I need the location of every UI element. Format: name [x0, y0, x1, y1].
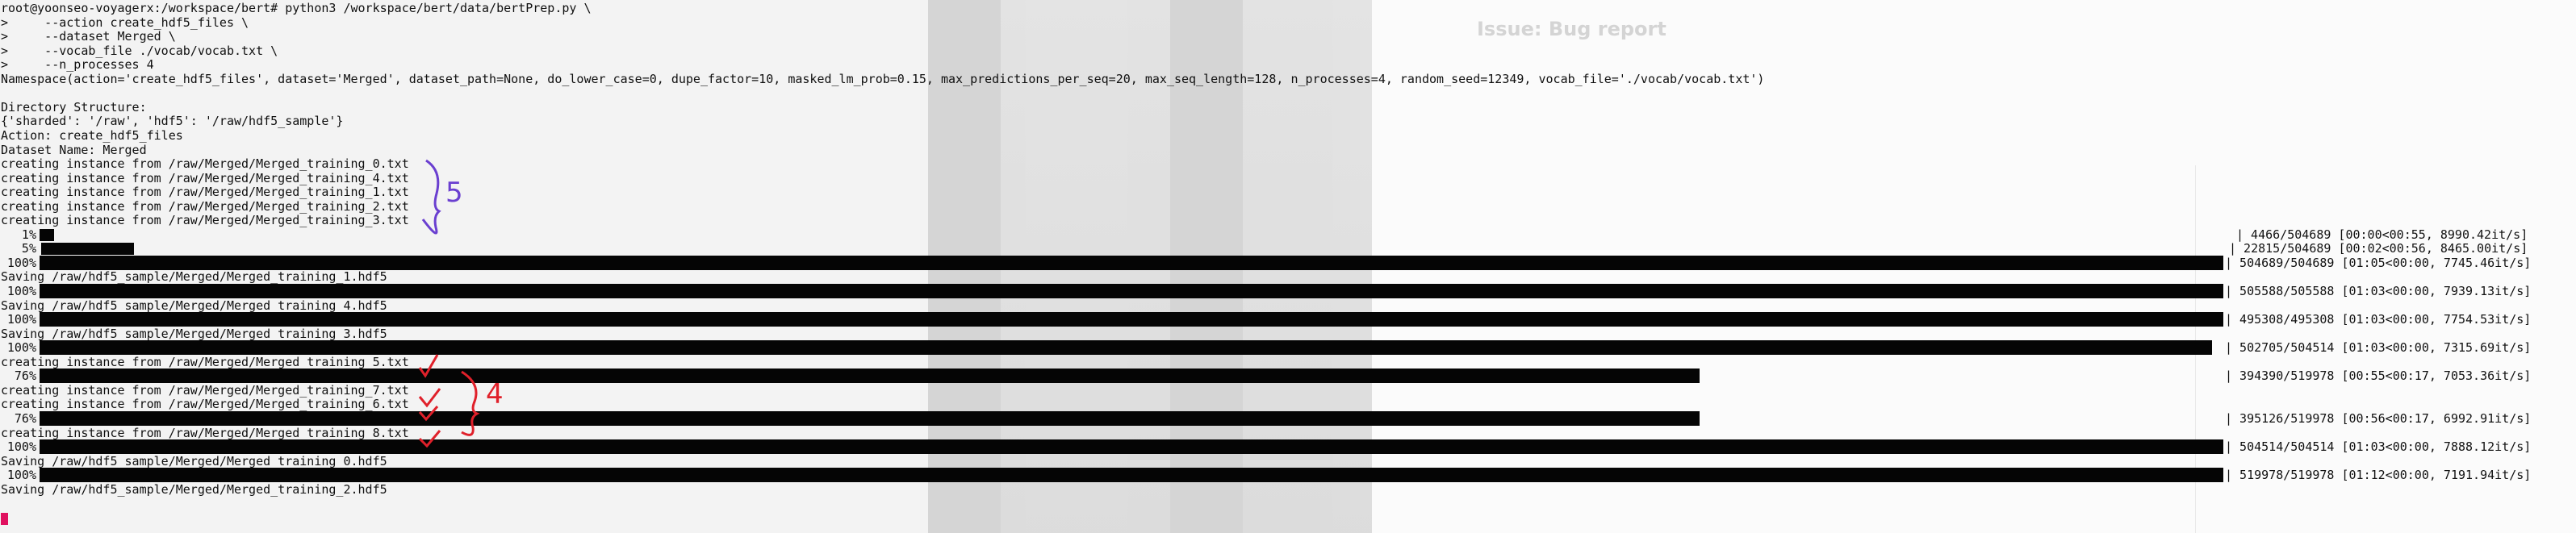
progress-stats: | 394390/519978 [00:55<00:17, 7053.36it/…: [2225, 369, 2532, 384]
progress-row: 100% | 502705/504514 [01:03<00:00, 7315.6…: [1, 340, 2576, 356]
progress-row: 100% | 504514/504514 [01:03<00:00, 7888.1…: [1, 439, 2576, 455]
progress-percent: 100%: [6, 255, 36, 270]
progress-row: 100% | 505588/505588 [01:03<00:00, 7939.1…: [1, 284, 2576, 298]
progress-stats: | 395126/519978 [00:56<00:17, 6992.91it/…: [2225, 410, 2532, 426]
progress-row: 100% | 504689/504689 [01:05<00:00, 7745.4…: [1, 255, 2576, 270]
terminal-line: Saving /raw/hdf5_sample/Merged/Merged_tr…: [1, 481, 387, 497]
progress-percent: 100%: [6, 439, 36, 455]
terminal-line: > --n_processes 4: [1, 57, 154, 73]
progress-bar: [40, 255, 2223, 270]
terminal-line: Saving /raw/hdf5_sample/Merged/Merged_tr…: [1, 326, 387, 341]
progress-row: 76% | 395126/519978 [00:56<00:17, 6992.91…: [1, 410, 2576, 426]
progress-bar: [40, 369, 1700, 384]
progress-percent: 76%: [6, 410, 36, 426]
progress-stats: | 504514/504514 [01:03<00:00, 7888.12it/…: [2225, 439, 2532, 455]
terminal-line: Namespace(action='create_hdf5_files', da…: [1, 71, 1765, 86]
progress-row: 5% | 22815/504689 [00:02<00:56, 8465.00it…: [1, 241, 2576, 256]
progress-bar: [40, 410, 1700, 426]
background-issue-title: Issue: Bug report: [1477, 18, 1666, 40]
terminal-line: Dataset Name: Merged: [1, 142, 147, 157]
progress-stats: | 505588/505588 [01:03<00:00, 7939.13it/…: [2225, 284, 2532, 298]
purple-brace-mark: [421, 159, 441, 235]
progress-percent: 76%: [6, 369, 36, 384]
terminal-line: Saving /raw/hdf5_sample/Merged/Merged_tr…: [1, 453, 387, 468]
terminal-line: creating instance from /raw/Merged/Merge…: [1, 354, 409, 369]
terminal-line: creating instance from /raw/Merged/Merge…: [1, 397, 409, 412]
terminal-line: > --dataset Merged \: [1, 29, 176, 44]
progress-stats: | 495308/495308 [01:03<00:00, 7754.53it/…: [2225, 312, 2532, 327]
progress-stats: | 22815/504689 [00:02<00:56, 8465.00it/s…: [2229, 241, 2528, 256]
progress-percent: 100%: [6, 468, 36, 483]
progress-bar: [40, 468, 2223, 483]
progress-stats: | 4466/504689 [00:00<00:55, 8990.42it/s]: [2236, 227, 2528, 242]
progress-row: 1% | 4466/504689 [00:00<00:55, 8990.42it/…: [1, 227, 2576, 242]
progress-bar: [40, 340, 2212, 356]
terminal-line: Action: create_hdf5_files: [1, 127, 183, 143]
progress-percent: 100%: [6, 312, 36, 327]
terminal-line: Saving /raw/hdf5_sample/Merged/Merged_tr…: [1, 298, 387, 313]
progress-percent: 1%: [6, 227, 36, 242]
progress-bar: [40, 228, 54, 241]
progress-stats: | 502705/504514 [01:03<00:00, 7315.69it/…: [2225, 340, 2532, 356]
terminal-line: > --vocab_file ./vocab/vocab.txt \: [1, 43, 278, 58]
terminal-line: creating instance from /raw/Merged/Merge…: [1, 170, 409, 185]
progress-row: 100% | 519978/519978 [01:12<00:00, 7191.9…: [1, 468, 2576, 483]
annotation-count-5: 5: [445, 177, 463, 209]
terminal-line: > --action create_hdf5_files \: [1, 15, 249, 30]
progress-row: 100% | 495308/495308 [01:03<00:00, 7754.5…: [1, 312, 2576, 327]
terminal-line: {'sharded': '/raw', 'hdf5': '/raw/hdf5_s…: [1, 114, 344, 129]
terminal-line: creating instance from /raw/Merged/Merge…: [1, 185, 409, 200]
progress-stats: | 519978/519978 [01:12<00:00, 7191.94it/…: [2225, 468, 2532, 483]
progress-row: 76% | 394390/519978 [00:55<00:17, 7053.36…: [1, 369, 2576, 384]
progress-percent: 100%: [6, 284, 36, 298]
progress-bar: [40, 312, 2223, 327]
terminal-line: Saving /raw/hdf5_sample/Merged/Merged_tr…: [1, 269, 387, 285]
terminal-line: creating instance from /raw/Merged/Merge…: [1, 213, 409, 228]
progress-bar: [41, 243, 134, 256]
progress-bar: [40, 284, 2223, 298]
progress-stats: | 504689/504689 [01:05<00:00, 7745.46it/…: [2225, 255, 2532, 270]
red-check-mark: [418, 388, 441, 408]
terminal-line: creating instance from /raw/Merged/Merge…: [1, 382, 409, 398]
terminal-cursor: [1, 513, 8, 525]
terminal-line: creating instance from /raw/Merged/Merge…: [1, 156, 409, 172]
terminal-line: creating instance from /raw/Merged/Merge…: [1, 198, 409, 214]
terminal-line: root@yoonseo-voyagerx:/workspace/bert# p…: [1, 1, 592, 15]
progress-percent: 5%: [6, 241, 36, 256]
terminal-line: Directory Structure:: [1, 99, 147, 115]
progress-bar: [40, 439, 2223, 455]
terminal-line: creating instance from /raw/Merged/Merge…: [1, 425, 409, 440]
progress-percent: 100%: [6, 340, 36, 356]
